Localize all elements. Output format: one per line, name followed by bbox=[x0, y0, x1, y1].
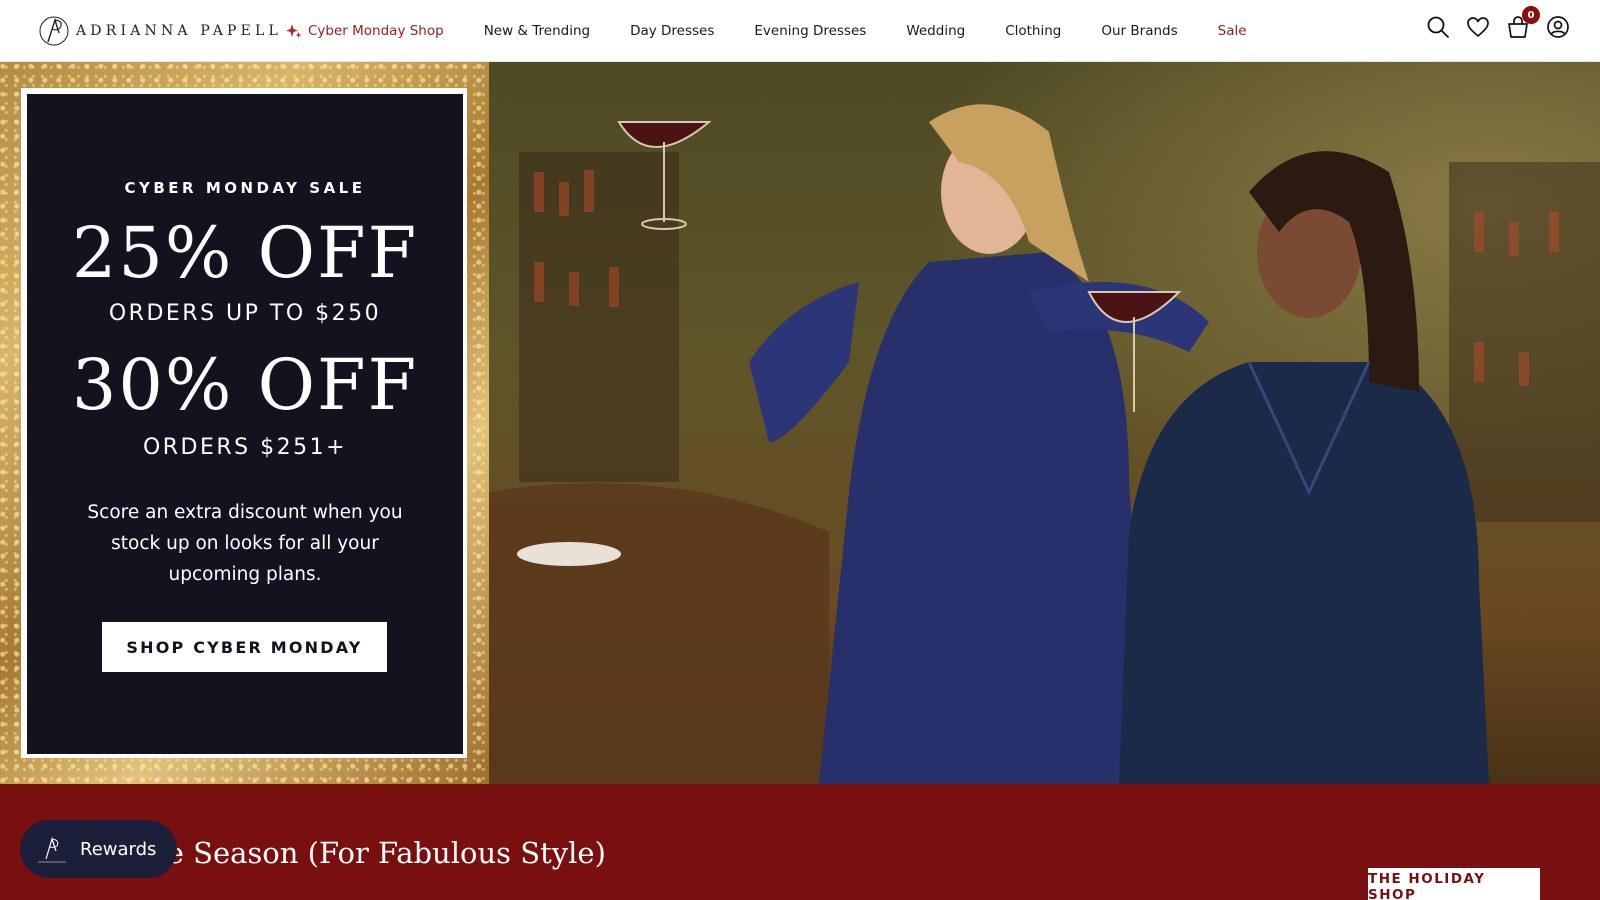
sparkle-icon bbox=[286, 24, 302, 38]
nav-item-new-trending[interactable]: New & Trending bbox=[484, 23, 590, 39]
nav-item-evening-dresses[interactable]: Evening Dresses bbox=[754, 23, 866, 39]
site-header: ADRIANNA PAPELL Cyber Monday Shop New & … bbox=[0, 0, 1600, 62]
nav-label: Cyber Monday Shop bbox=[308, 23, 444, 39]
search-icon bbox=[1427, 16, 1449, 38]
rewards-button[interactable]: Rewards bbox=[20, 820, 177, 878]
user-icon bbox=[1547, 16, 1569, 38]
shop-cyber-monday-button[interactable]: SHOP CYBER MONDAY bbox=[102, 622, 387, 672]
hero-banner: CYBER MONDAY SALE 25% OFF ORDERS UP TO $… bbox=[0, 62, 1600, 784]
offer1-headline: 25% OFF bbox=[71, 212, 419, 294]
nav-item-cyber-monday-shop[interactable]: Cyber Monday Shop bbox=[286, 23, 444, 39]
wishlist-button[interactable] bbox=[1466, 15, 1490, 39]
nav-item-our-brands[interactable]: Our Brands bbox=[1101, 23, 1177, 39]
rewards-label: Rewards bbox=[80, 838, 157, 860]
holiday-shop-button[interactable]: THE HOLIDAY SHOP bbox=[1368, 868, 1540, 900]
account-button[interactable] bbox=[1546, 15, 1570, 39]
offer2-subline: ORDERS $251+ bbox=[142, 435, 348, 460]
cart-count-badge: 0 bbox=[1522, 6, 1540, 24]
brand-name: ADRIANNA PAPELL bbox=[76, 23, 283, 39]
hero-photo[interactable] bbox=[489, 62, 1600, 784]
nav-item-clothing[interactable]: Clothing bbox=[1005, 23, 1061, 39]
offer1-subline: ORDERS UP TO $250 bbox=[108, 301, 382, 326]
nav-item-day-dresses[interactable]: Day Dresses bbox=[630, 23, 714, 39]
logo-monogram-icon bbox=[39, 16, 69, 46]
brand-logo[interactable]: ADRIANNA PAPELL bbox=[38, 14, 282, 48]
main-nav: Cyber Monday Shop New & Trending Day Dre… bbox=[286, 0, 1287, 62]
hero-photo-illustration bbox=[489, 104, 1600, 784]
heart-icon bbox=[1467, 17, 1489, 37]
promo-body-text: Score an extra discount when you stock u… bbox=[87, 502, 403, 585]
holiday-band: 'Tis The Season (For Fabulous Style) THE… bbox=[0, 784, 1600, 900]
nav-item-sale[interactable]: Sale bbox=[1218, 23, 1247, 39]
promo-panel: CYBER MONDAY SALE 25% OFF ORDERS UP TO $… bbox=[27, 94, 463, 754]
offer2-headline: 30% OFF bbox=[71, 344, 419, 426]
header-icons: 0 bbox=[1410, 6, 1570, 39]
cart-button[interactable]: 0 bbox=[1506, 6, 1540, 39]
promo-eyebrow: CYBER MONDAY SALE bbox=[124, 179, 366, 197]
nav-item-wedding[interactable]: Wedding bbox=[906, 23, 965, 39]
search-button[interactable] bbox=[1426, 15, 1450, 39]
rewards-logo-icon bbox=[38, 837, 66, 863]
